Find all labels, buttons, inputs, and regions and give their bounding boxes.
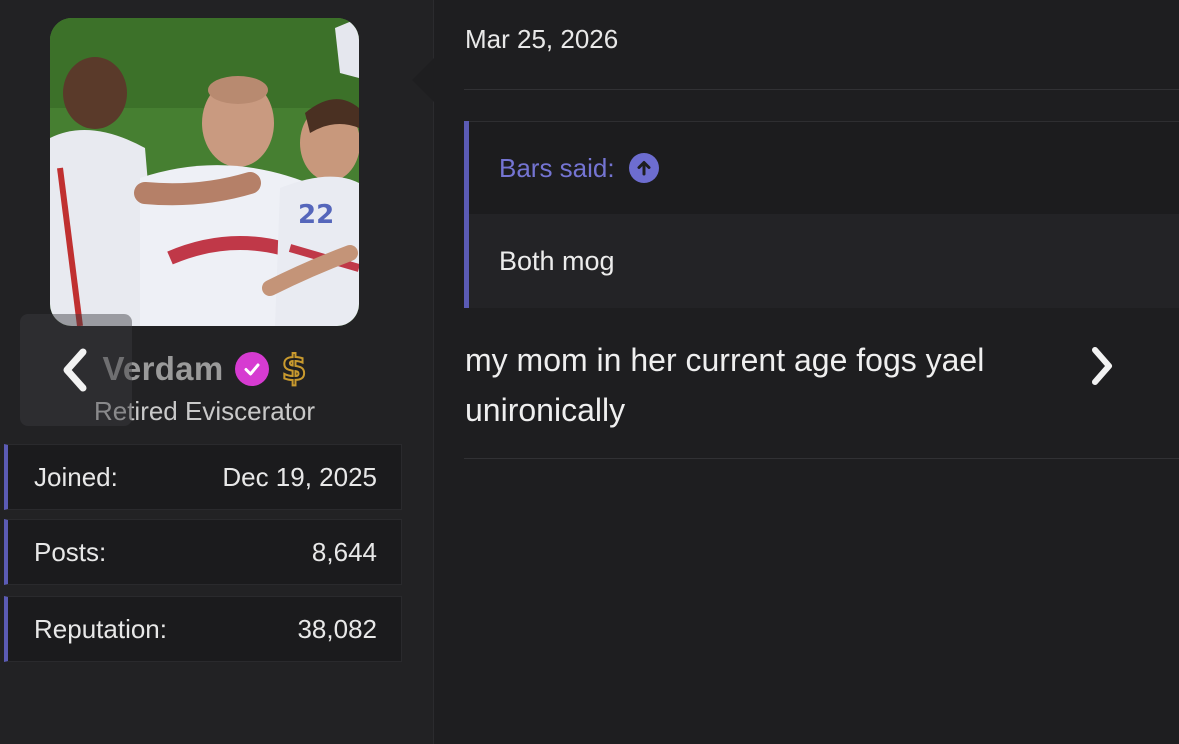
prev-button[interactable] [20, 314, 132, 426]
message-pointer [412, 58, 434, 102]
stat-value: 8,644 [311, 536, 377, 567]
stat-label: Reputation: [34, 613, 167, 644]
stat-posts: Posts: 8,644 [4, 519, 402, 585]
user-avatar[interactable]: 22 [50, 18, 359, 326]
divider [464, 458, 1179, 459]
stat-label: Posts: [34, 536, 107, 567]
quote-header: Bars said: [469, 121, 1179, 214]
chevron-left-icon [63, 348, 87, 392]
dollar-sign-icon: $ [280, 348, 307, 389]
chevron-right-icon [1092, 347, 1112, 385]
quote-attribution[interactable]: Bars said: [499, 153, 615, 184]
stat-value: Dec 19, 2025 [222, 461, 377, 492]
post-date[interactable]: Mar 25, 2026 [465, 24, 618, 55]
divider [464, 89, 1179, 90]
stat-label: Joined: [34, 461, 118, 492]
stat-reputation: Reputation: 38,082 [4, 596, 402, 662]
post-message: my mom in her current age fogs yael unir… [465, 342, 985, 428]
quote-body: Both mog [469, 214, 1179, 308]
stat-value: 38,082 [297, 613, 377, 644]
next-button[interactable] [1080, 340, 1124, 392]
avatar-image: 22 [50, 18, 359, 326]
svg-text:22: 22 [298, 200, 334, 230]
quote-block: Bars said: Both mog [464, 121, 1179, 308]
stat-joined: Joined: Dec 19, 2025 [4, 444, 402, 510]
check-badge-icon [235, 352, 270, 386]
arrow-up-icon[interactable] [628, 153, 659, 183]
